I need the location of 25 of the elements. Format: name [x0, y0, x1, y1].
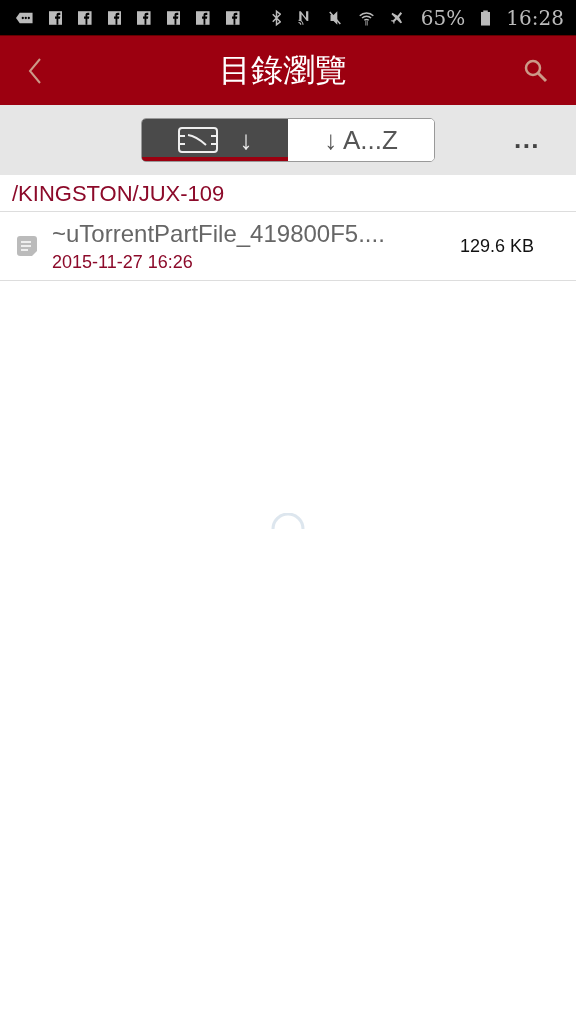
facebook-icon [225, 8, 240, 27]
facebook-icon [196, 8, 210, 27]
message-icon [16, 10, 33, 25]
loading-spinner [270, 513, 306, 531]
folder-path: /KINGSTON/JUX-109 [0, 175, 576, 212]
facebook-icon [166, 8, 181, 27]
screen-title: 目錄瀏覽 [219, 49, 347, 91]
search-icon[interactable] [524, 58, 548, 83]
file-row[interactable]: ~uTorrentPartFile_419800F5.... 2015-11-27 16:26 129.6 KB [0, 212, 576, 281]
file-date: 2015-11-27 16:26 [52, 251, 194, 273]
more-button[interactable]: ··· [514, 125, 540, 167]
bluetooth-icon [271, 7, 281, 28]
file-name: ~uTorrentPartFile_419800F5.... [52, 219, 386, 248]
battery-icon [481, 7, 491, 28]
calendar-icon [177, 127, 218, 153]
sort-tab[interactable]: ↓ [142, 119, 288, 161]
facebook-icon [137, 8, 151, 27]
battery-percent: 65% [420, 5, 466, 30]
back-icon[interactable] [28, 56, 42, 85]
document-icon [16, 235, 38, 257]
facebook-icon [78, 8, 92, 27]
facebook-icon [107, 8, 122, 27]
clock: 16:28 [506, 5, 564, 30]
facebook-icon [48, 8, 63, 27]
file-size: 129.6 KB [459, 235, 534, 257]
